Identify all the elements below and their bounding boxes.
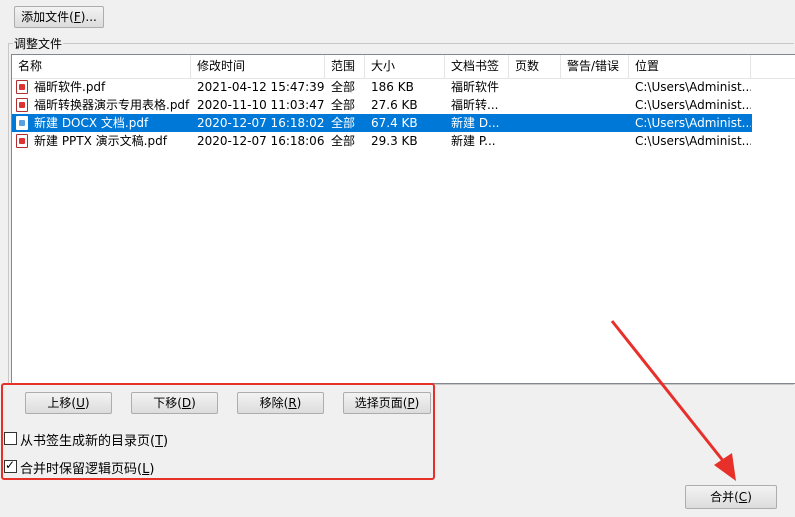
move-down-label: 下移(	[153, 396, 182, 410]
cell-range: 全部	[331, 80, 356, 94]
cell-pages	[509, 132, 561, 150]
toc-checkbox-label[interactable]: 从书签生成新的目录页(T)	[20, 430, 168, 449]
column-header-name[interactable]: 名称	[12, 55, 191, 78]
toc-label-text: 从书签生成新的目录页(	[20, 434, 156, 449]
keep-page-labels-checkbox[interactable]	[4, 458, 17, 473]
add-file-label: 添加文件(	[21, 10, 74, 24]
cell-bookmark: 福昕转...	[451, 98, 499, 112]
select-pages-tail: )	[414, 396, 420, 410]
column-header-warning[interactable]: 警告/错误	[561, 55, 629, 78]
cell-location: C:\Users\Administ...	[635, 134, 751, 148]
cell-bookmark: 新建 D...	[451, 116, 500, 130]
select-pages-hotkey: P	[407, 396, 415, 410]
column-header-location[interactable]: 位置	[629, 55, 751, 78]
table-row[interactable]: 新建 DOCX 文档.pdf 2020-12-07 16:18:02 全部 67.4 …	[12, 114, 752, 132]
move-up-label: 上移(	[47, 396, 77, 410]
add-file-tail: )...	[80, 10, 97, 24]
merge-button[interactable]: 合并(C)	[685, 485, 777, 509]
move-down-tail: )	[191, 396, 196, 410]
cell-modified: 2021-04-12 15:47:39	[197, 80, 325, 94]
select-pages-button[interactable]: 选择页面(P)	[343, 392, 431, 414]
remove-label: 移除(	[259, 396, 289, 410]
cell-pages	[509, 114, 561, 132]
remove-tail: )	[296, 396, 302, 410]
cell-size: 27.6 KB	[371, 98, 418, 112]
cell-range: 全部	[331, 116, 356, 130]
remove-button[interactable]: 移除(R)	[237, 392, 324, 414]
move-up-tail: )	[84, 396, 90, 410]
cell-name: 福昕转换器演示专用表格.pdf	[34, 98, 190, 112]
cell-warning	[561, 132, 629, 150]
keep-label-text: 合并时保留逻辑页码(	[20, 462, 143, 477]
cell-location: C:\Users\Administ...	[635, 116, 751, 130]
toc-tail: )	[163, 434, 169, 449]
cell-size: 67.4 KB	[371, 116, 418, 130]
remove-hotkey: R	[288, 396, 297, 410]
cell-warning	[561, 114, 629, 132]
cell-size: 186 KB	[371, 80, 414, 94]
cell-modified: 2020-12-07 16:18:06	[197, 134, 325, 148]
keep-page-labels-label[interactable]: 合并时保留逻辑页码(L)	[20, 458, 154, 477]
merge-label: 合并(	[710, 490, 739, 504]
column-header-pages[interactable]: 页数	[509, 55, 561, 78]
add-file-hotkey: F	[73, 10, 81, 24]
cell-pages	[509, 78, 561, 96]
cell-bookmark: 新建 P...	[451, 134, 496, 148]
select-pages-label: 选择页面(	[354, 396, 408, 410]
add-file-button[interactable]: 添加文件(F)...	[14, 6, 104, 28]
keep-tail: )	[149, 462, 155, 477]
table-row[interactable]: 新建 PPTX 演示文稿.pdf 2020-12-07 16:18:06 全部 29.…	[12, 132, 752, 150]
cell-range: 全部	[331, 98, 356, 112]
column-header-size[interactable]: 大小	[365, 55, 445, 78]
move-down-hotkey: D	[181, 396, 192, 410]
column-header-range[interactable]: 范围	[325, 55, 365, 78]
cell-location: C:\Users\Administ...	[635, 98, 751, 112]
cell-modified: 2020-11-10 11:03:47	[197, 98, 325, 112]
column-header-bookmark[interactable]: 文档书签	[445, 55, 509, 78]
table-row[interactable]: 福昕转换器演示专用表格.pdf 2020-11-10 11:03:47 全部 27.6…	[12, 96, 752, 114]
cell-size: 29.3 KB	[371, 134, 418, 148]
toc-hotkey: T	[155, 434, 164, 449]
cell-pages	[509, 96, 561, 114]
table-row[interactable]: 福昕软件.pdf 2021-04-12 15:47:39 全部 186 KB 福昕软件 C…	[12, 78, 752, 96]
move-up-hotkey: U	[76, 396, 85, 410]
merge-hotkey: C	[738, 490, 748, 504]
cell-modified: 2020-12-07 16:18:02	[197, 116, 325, 130]
cell-name: 福昕软件.pdf	[34, 80, 106, 94]
cell-warning	[561, 78, 629, 96]
cell-name: 新建 PPTX 演示文稿.pdf	[34, 134, 167, 148]
cell-name: 新建 DOCX 文档.pdf	[34, 116, 149, 130]
column-header-modified[interactable]: 修改时间	[191, 55, 325, 78]
list-header: 名称 修改时间 范围 大小 文档书签 页数 警告/错误 位置	[12, 55, 795, 79]
cell-warning	[561, 96, 629, 114]
cell-bookmark: 福昕软件	[451, 80, 500, 94]
group-label: 调整文件	[13, 35, 64, 52]
merge-tail: )	[747, 490, 752, 504]
cell-range: 全部	[331, 134, 356, 148]
move-up-button[interactable]: 上移(U)	[25, 392, 112, 414]
move-down-button[interactable]: 下移(D)	[131, 392, 218, 414]
toc-checkbox[interactable]	[4, 432, 17, 445]
annotation-arrow	[610, 320, 736, 481]
cell-location: C:\Users\Administ...	[635, 80, 751, 94]
